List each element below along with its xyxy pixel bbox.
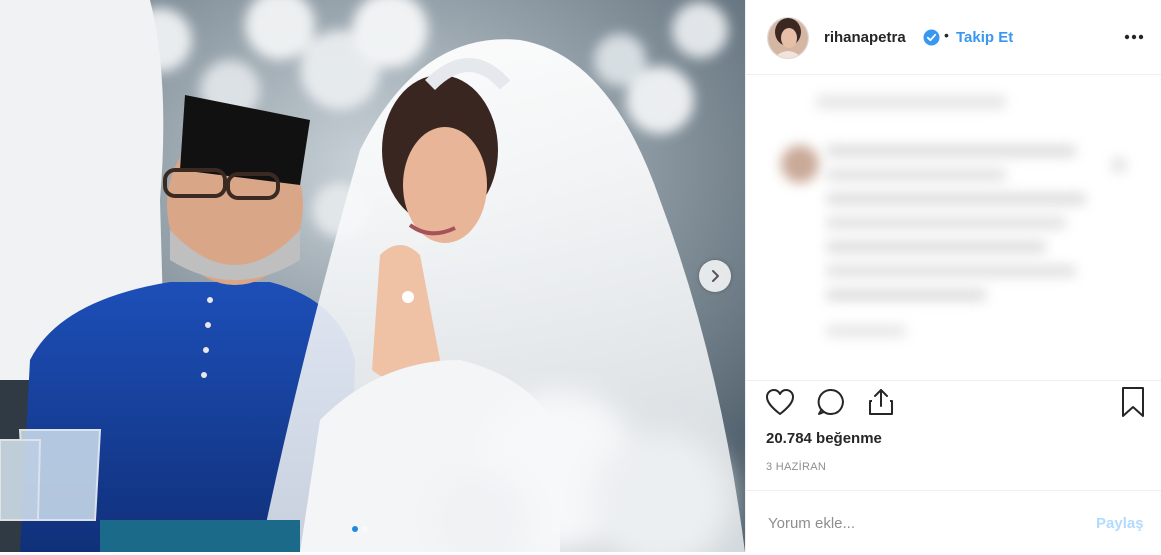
comment-box: Paylaş bbox=[746, 490, 1161, 553]
post-comment-button[interactable]: Paylaş bbox=[1096, 515, 1144, 532]
post-actions-bar bbox=[746, 381, 1161, 421]
post-photo[interactable] bbox=[0, 0, 745, 552]
carousel-dot bbox=[362, 526, 368, 532]
avatar-image bbox=[768, 18, 808, 58]
likes-count[interactable]: 20.784 beğenme bbox=[766, 430, 882, 447]
wedding-photo-illustration bbox=[0, 0, 745, 552]
carousel-indicators bbox=[352, 526, 368, 532]
header-separator: • bbox=[944, 27, 949, 43]
post-header: rihanapetra • Takip Et bbox=[746, 0, 1161, 75]
carousel-dot-active bbox=[352, 526, 358, 532]
like-button[interactable] bbox=[763, 385, 797, 419]
username-link[interactable]: rihanapetra bbox=[824, 29, 906, 46]
avatar[interactable] bbox=[767, 17, 809, 59]
comment-button[interactable] bbox=[814, 385, 848, 419]
share-button[interactable] bbox=[864, 385, 898, 419]
next-slide-button[interactable] bbox=[699, 260, 731, 292]
blurred-comment-avatar bbox=[781, 145, 819, 183]
post-side-panel: rihanapetra • Takip Et 20.784 beğenme 3 … bbox=[745, 0, 1161, 552]
post-date[interactable]: 3 HAZİRAN bbox=[766, 461, 826, 473]
follow-button[interactable]: Takip Et bbox=[956, 29, 1013, 46]
heart-icon bbox=[766, 389, 794, 415]
save-button[interactable] bbox=[1116, 385, 1150, 419]
comment-bubble-icon bbox=[817, 388, 844, 415]
comments-area-blurred bbox=[746, 75, 1161, 381]
blurred-comment-text bbox=[826, 145, 1096, 315]
comment-input[interactable] bbox=[766, 505, 1070, 541]
chevron-right-icon bbox=[712, 270, 719, 282]
instagram-post-modal: rihanapetra • Takip Et 20.784 beğenme 3 … bbox=[0, 0, 1161, 555]
share-icon bbox=[869, 389, 893, 415]
verified-badge-icon bbox=[923, 29, 940, 46]
more-options-icon bbox=[1124, 34, 1144, 40]
blurred-like-icon bbox=[1111, 157, 1127, 173]
more-options-button[interactable] bbox=[1122, 26, 1146, 48]
bookmark-icon bbox=[1122, 387, 1144, 417]
